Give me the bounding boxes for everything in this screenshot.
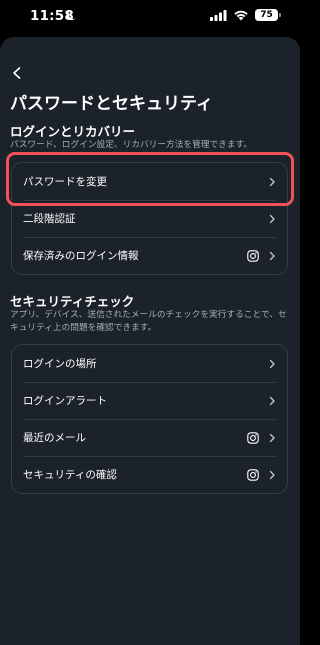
chevron-right-icon — [269, 396, 275, 405]
change-password-label: パスワードを変更 — [23, 176, 107, 188]
chevron-right-icon — [269, 433, 275, 442]
login-alerts-item[interactable]: ログインアラート — [12, 382, 287, 419]
security-checkup-label: セキュリティの確認 — [23, 469, 117, 481]
signal-icon — [210, 10, 227, 21]
instagram-icon — [247, 431, 259, 444]
chevron-right-icon — [269, 251, 275, 260]
two-factor-auth-item[interactable]: 二段階認証 — [12, 200, 287, 237]
page-title: パスワードとセキュリティ — [10, 94, 213, 114]
login-locations-label: ログインの場所 — [23, 358, 97, 370]
login-section-title: ログインとリカバリー — [10, 124, 136, 139]
security-check-card: ログインの場所 ログインアラート 最近のメール セキュリティの確認 — [11, 344, 288, 494]
saved-login-info-item[interactable]: 保存済みのログイン情報 — [12, 237, 287, 274]
login-locations-item[interactable]: ログインの場所 — [12, 345, 287, 382]
security-section-title: セキュリティチェック — [10, 294, 135, 309]
login-alerts-label: ログインアラート — [23, 395, 107, 407]
instagram-icon — [247, 468, 259, 481]
recent-emails-item[interactable]: 最近のメール — [12, 419, 287, 456]
chevron-left-icon — [13, 67, 21, 79]
chevron-right-icon — [269, 177, 275, 186]
login-section-description: パスワード、ログイン設定、リカバリー方法を管理できます。 — [10, 140, 253, 150]
change-password-item[interactable]: パスワードを変更 — [12, 163, 287, 200]
chevron-right-icon — [269, 470, 275, 479]
status-bar: 11:58 75 — [0, 0, 300, 34]
moon-icon — [66, 11, 76, 21]
back-button[interactable] — [9, 65, 25, 81]
login-settings-card: パスワードを変更 二段階認証 保存済みのログイン情報 — [11, 162, 288, 275]
recent-emails-label: 最近のメール — [23, 432, 86, 444]
saved-login-info-label: 保存済みのログイン情報 — [23, 250, 139, 262]
security-section-description: アプリ、デバイス、送信されたメールのチェックを実行することで、セキュリティ上の問… — [10, 310, 287, 333]
security-checkup-item[interactable]: セキュリティの確認 — [12, 456, 287, 493]
battery-indicator: 75 — [255, 9, 281, 21]
chevron-right-icon — [269, 359, 275, 368]
chevron-right-icon — [269, 214, 275, 223]
two-factor-auth-label: 二段階認証 — [23, 213, 76, 225]
wifi-icon — [234, 10, 248, 21]
instagram-icon — [247, 249, 259, 262]
